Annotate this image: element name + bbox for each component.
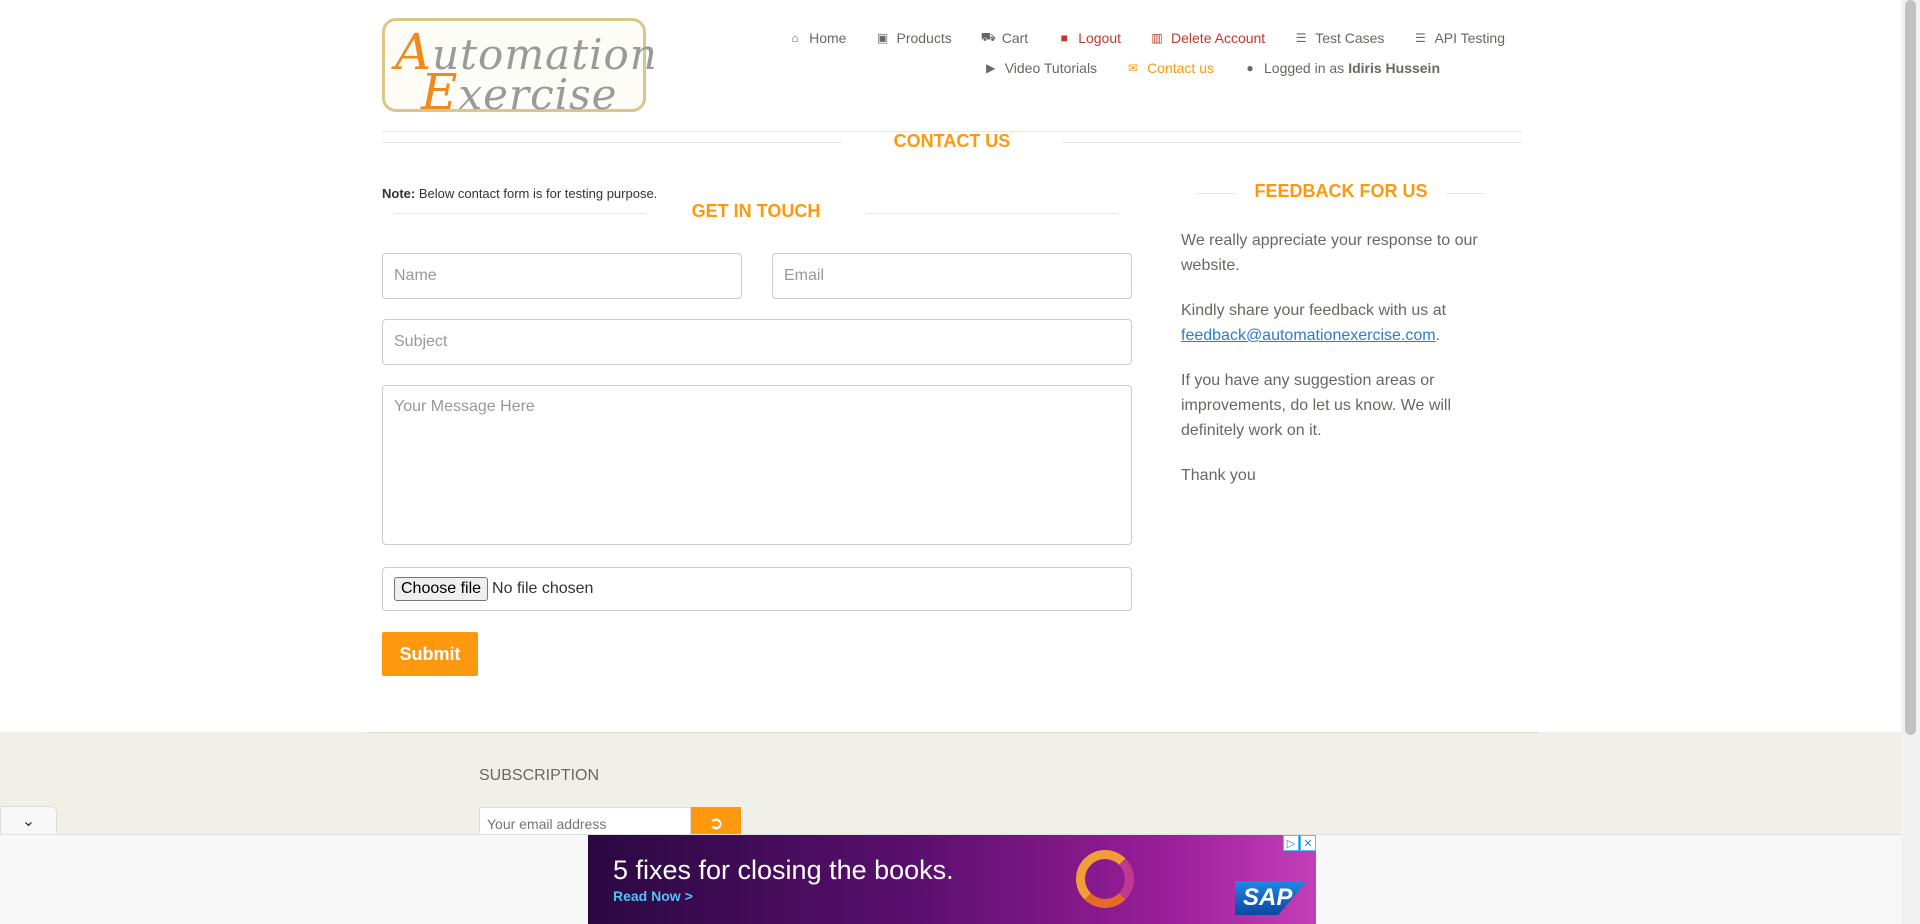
logged-in-username: Idiris Hussein bbox=[1348, 60, 1440, 76]
nav-home[interactable]: ⌂ Home bbox=[788, 30, 847, 46]
subject-input[interactable] bbox=[382, 319, 1132, 365]
lock-icon: ■ bbox=[1060, 31, 1068, 45]
ad-controls: ▷ ✕ bbox=[1282, 835, 1316, 851]
feedback-paragraph-1: We really appreciate your response to ou… bbox=[1181, 232, 1478, 274]
scrollbar-thumb[interactable] bbox=[1905, 0, 1916, 735]
note-label: Note: bbox=[382, 186, 416, 201]
sap-logo: SAP bbox=[1235, 881, 1307, 915]
close-icon[interactable]: ✕ bbox=[1300, 835, 1316, 851]
message-textarea[interactable] bbox=[382, 385, 1132, 545]
note-text: Below contact form is for testing purpos… bbox=[418, 186, 658, 201]
nav-products[interactable]: ▣ Products bbox=[875, 30, 952, 46]
nav-logout[interactable]: ■ Logout bbox=[1057, 30, 1121, 46]
submit-button[interactable]: Submit bbox=[382, 632, 478, 676]
main-nav-row-1: ⌂ Home ▣ Products ⛟ Cart ■ Logout ▥ Delete Ac… bbox=[605, 30, 1506, 46]
nav-contact-us[interactable]: ✉ Contact us bbox=[1126, 60, 1214, 76]
ad-collapse-toggle[interactable]: ⌄ bbox=[0, 806, 57, 834]
nav-label: Video Tutorials bbox=[1004, 60, 1098, 76]
arrow-circle-icon: ➲ bbox=[708, 813, 724, 833]
briefcase-icon: ▣ bbox=[876, 31, 889, 45]
subscription-title: SUBSCRIPTION bbox=[479, 767, 600, 784]
page-title: CONTACT US bbox=[893, 131, 1011, 151]
feedback-p2-text: Kindly share your feedback with us at bbox=[1181, 302, 1447, 319]
file-upload-field: Choose file No file chosen bbox=[382, 567, 1132, 611]
nav-label: Logout bbox=[1078, 30, 1122, 46]
nav-label: Contact us bbox=[1147, 60, 1214, 76]
form-title-rule-right bbox=[867, 213, 1117, 214]
nav-label: Test Cases bbox=[1315, 30, 1385, 46]
ad-brand: SAP bbox=[1243, 884, 1293, 911]
feedback-email-link[interactable]: feedback@automationexercise.com bbox=[1181, 327, 1436, 344]
cart-icon: ⛟ bbox=[980, 30, 996, 44]
user-icon: ● bbox=[1246, 61, 1254, 75]
chevron-down-icon: ⌄ bbox=[21, 812, 36, 830]
video-icon: ▶ bbox=[986, 61, 996, 75]
nav-delete-account[interactable]: ▥ Delete Account bbox=[1150, 30, 1265, 46]
file-status: No file chosen bbox=[492, 580, 594, 597]
choose-file-button[interactable]: Choose file bbox=[394, 577, 489, 601]
email-input[interactable] bbox=[772, 253, 1132, 299]
feedback-paragraph-4: Thank you bbox=[1181, 467, 1256, 484]
main-nav-row-2: ▶ Video Tutorials ✉ Contact us ● Logged in … bbox=[540, 60, 1440, 76]
nav-label: API Testing bbox=[1434, 30, 1505, 46]
footer bbox=[0, 732, 1901, 844]
ad-choices-icon[interactable]: ▷ bbox=[1283, 835, 1299, 851]
nav-label: Delete Account bbox=[1171, 30, 1266, 46]
nav-cart[interactable]: ⛟ Cart bbox=[981, 30, 1028, 46]
feedback-rule-right bbox=[1446, 193, 1486, 194]
nav-label: Logged in as bbox=[1264, 60, 1345, 76]
ad-refresh-graphic bbox=[1076, 850, 1134, 908]
form-title: GET IN TOUCH bbox=[691, 201, 821, 221]
feedback-title: FEEDBACK FOR US bbox=[1254, 181, 1428, 201]
title-rule-left bbox=[382, 142, 842, 143]
list-icon: ☰ bbox=[1295, 31, 1307, 45]
ad-headline: 5 fixes for closing the books. bbox=[613, 855, 954, 885]
nav-label: Home bbox=[809, 30, 847, 46]
page-scrollbar[interactable] bbox=[1901, 0, 1920, 924]
feedback-p2-suffix: . bbox=[1435, 327, 1441, 344]
ad-cta-link[interactable]: Read Now > bbox=[613, 888, 693, 904]
title-rule-right bbox=[1062, 142, 1522, 143]
envelope-icon: ✉ bbox=[1128, 61, 1139, 75]
nav-test-cases[interactable]: ☰ Test Cases bbox=[1294, 30, 1385, 46]
nav-logged-in-as: ● Logged in as Idiris Hussein bbox=[1243, 60, 1440, 76]
list-icon: ☰ bbox=[1415, 31, 1426, 45]
nav-label: Products bbox=[896, 30, 952, 46]
home-icon: ⌂ bbox=[791, 31, 799, 45]
nav-label: Cart bbox=[1001, 30, 1029, 46]
form-note: Note: Below contact form is for testing … bbox=[382, 186, 657, 201]
feedback-paragraph-3: If you have any suggestion areas or impr… bbox=[1181, 372, 1452, 439]
ad-banner[interactable]: 5 fixes for closing the books. Read Now … bbox=[588, 835, 1316, 924]
feedback-rule-left bbox=[1196, 193, 1236, 194]
nav-video-tutorials[interactable]: ▶ Video Tutorials bbox=[984, 60, 1097, 76]
name-input[interactable] bbox=[382, 253, 742, 299]
feedback-paragraph-2: Kindly share your feedback with us at fe… bbox=[1181, 298, 1491, 348]
nav-api-testing[interactable]: ☰ API Testing bbox=[1413, 30, 1505, 46]
trash-icon: ▥ bbox=[1151, 31, 1163, 45]
form-title-rule-left bbox=[395, 213, 645, 214]
footer-divider bbox=[367, 732, 1539, 733]
